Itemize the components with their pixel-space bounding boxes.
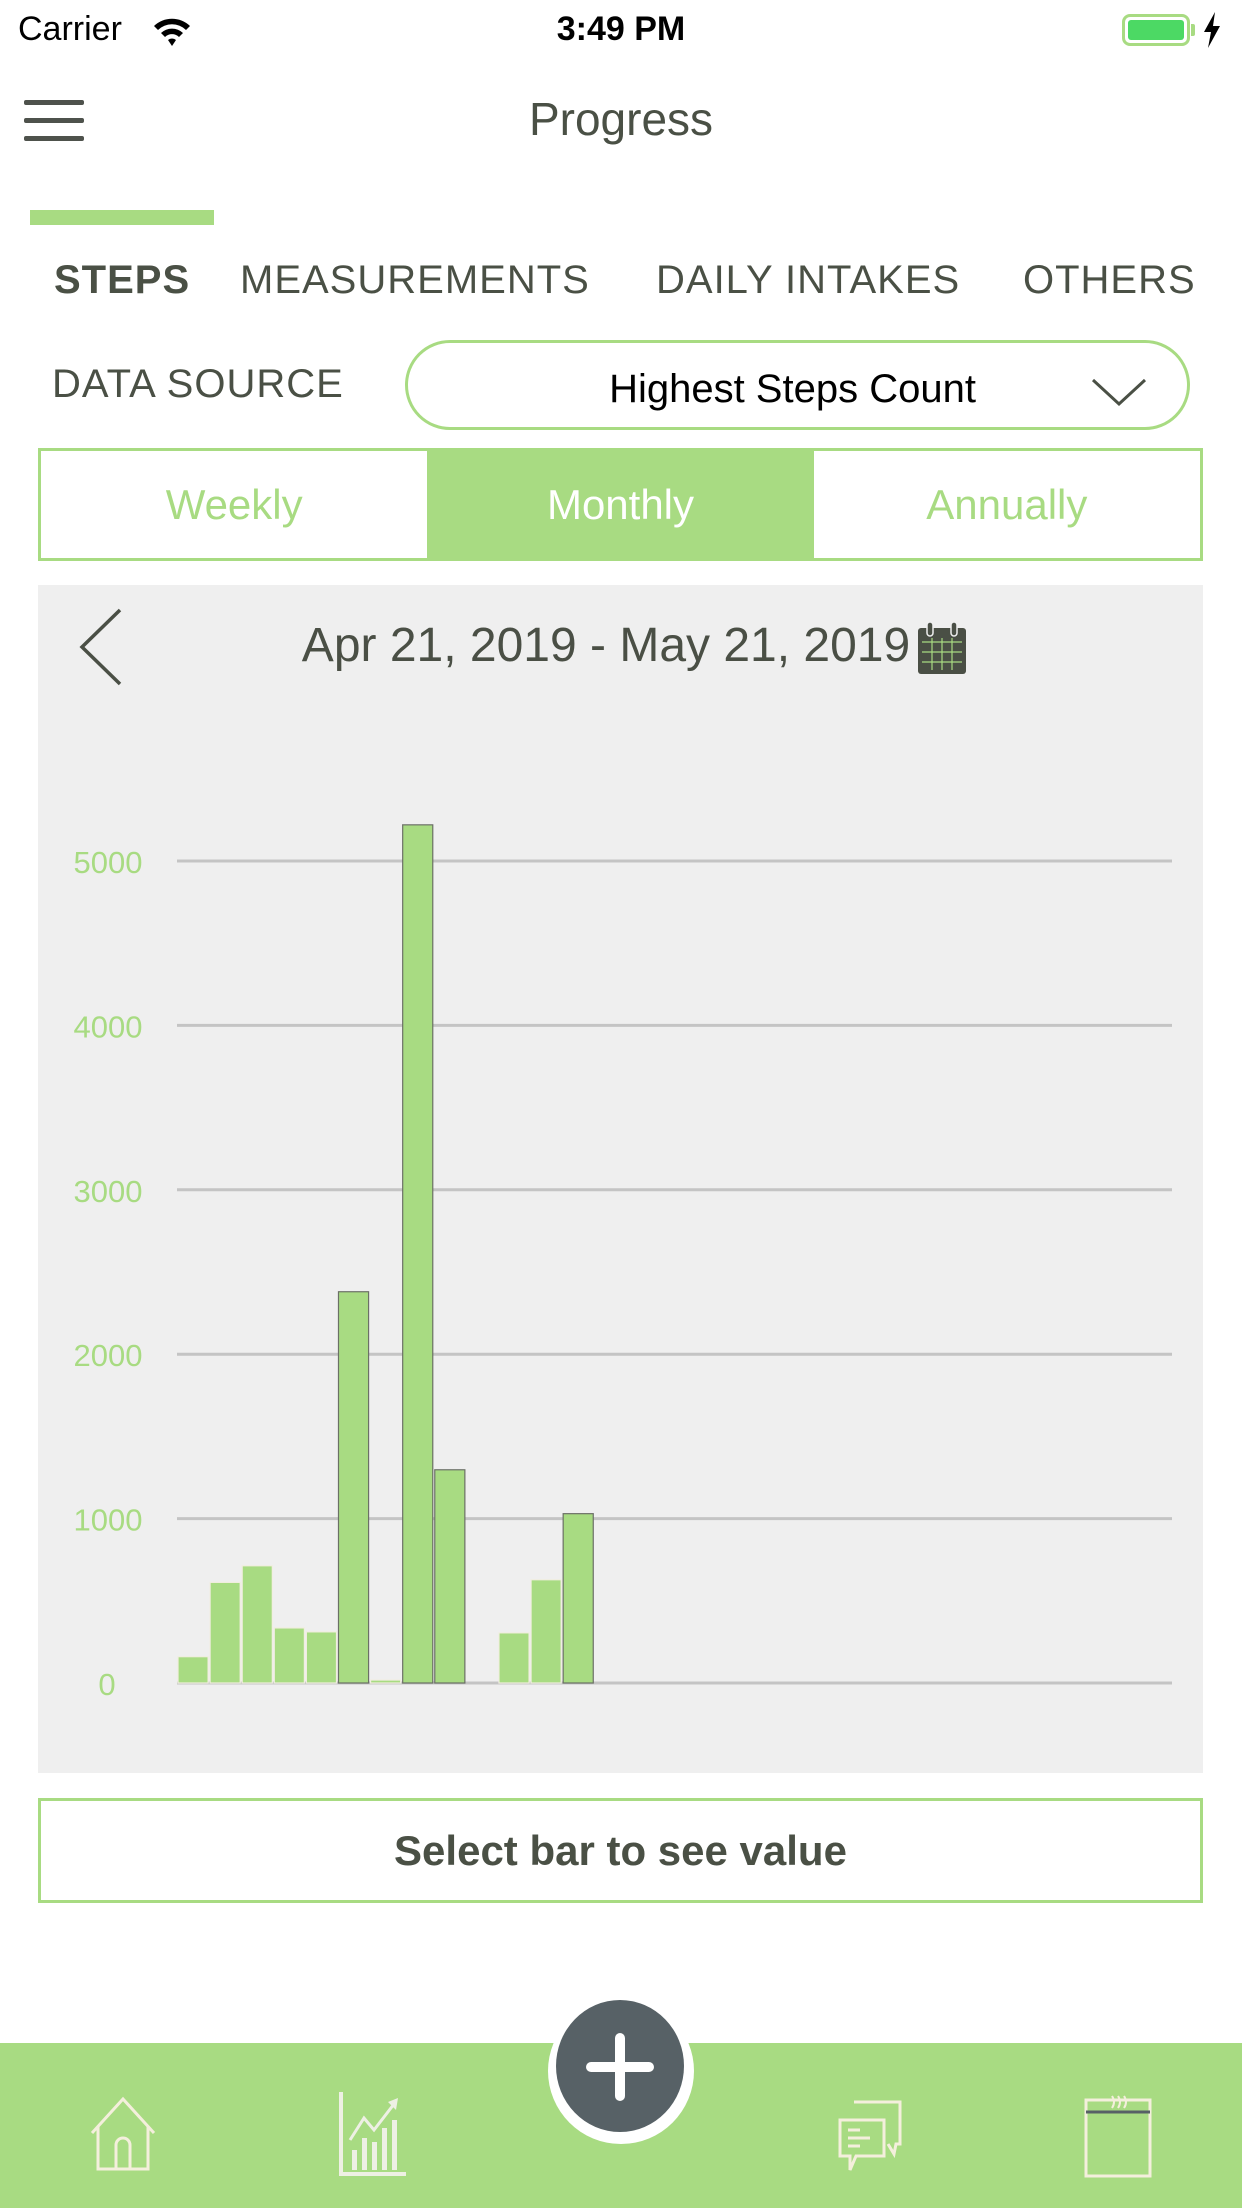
date-range-label: Apr 21, 2019 - May 21, 2019 xyxy=(301,619,911,672)
bar-apr-24[interactable] xyxy=(273,1627,305,1684)
tab-measurements[interactable]: MEASUREMENTS xyxy=(240,258,590,303)
tab-steps[interactable]: STEPS xyxy=(54,258,190,303)
data-source-label: DATA SOURCE xyxy=(52,362,344,406)
chat-icon[interactable] xyxy=(836,2096,906,2176)
battery-icon xyxy=(1122,14,1190,46)
bar-may-2[interactable] xyxy=(530,1579,562,1684)
page-title: Progress xyxy=(528,93,714,145)
select-bar-hint: Select bar to see value xyxy=(394,1826,847,1874)
bolt-icon xyxy=(1204,12,1220,48)
data-source-value: Highest Steps Count xyxy=(609,367,976,411)
data-source-dropdown[interactable]: Highest Steps Count xyxy=(405,340,1190,430)
bar-apr-27[interactable] xyxy=(369,1679,402,1684)
bar-apr-25[interactable] xyxy=(305,1631,338,1684)
segment-weekly[interactable]: Weekly xyxy=(41,451,427,558)
battery-tip xyxy=(1191,24,1195,36)
add-button[interactable] xyxy=(548,1998,694,2144)
calendar-icon[interactable] xyxy=(916,620,968,676)
plus-icon-vertical xyxy=(615,2033,625,2101)
notepad-icon[interactable] xyxy=(1084,2094,1152,2178)
bar-apr-29[interactable] xyxy=(434,1469,466,1684)
battery-level xyxy=(1128,20,1184,40)
tab-others[interactable]: OTHERS xyxy=(1023,258,1196,303)
segment-monthly[interactable]: Monthly xyxy=(427,451,814,558)
bar-apr-22[interactable] xyxy=(209,1581,241,1684)
home-icon[interactable] xyxy=(88,2095,158,2173)
bar-apr-26[interactable] xyxy=(337,1291,370,1684)
bar-apr-23[interactable] xyxy=(241,1565,273,1684)
bar-may-3[interactable] xyxy=(562,1513,594,1684)
status-time: 3:49 PM xyxy=(556,10,686,48)
segment-annually[interactable]: Annually xyxy=(814,451,1200,558)
add-button-circle xyxy=(556,2000,684,2132)
chart-icon[interactable] xyxy=(338,2090,408,2178)
tab-daily-intakes[interactable]: DAILY INTAKES xyxy=(656,258,960,303)
bar-apr-21[interactable] xyxy=(177,1656,209,1684)
chevron-down-icon xyxy=(1091,378,1147,407)
bar-apr-28[interactable] xyxy=(402,824,434,1684)
tab-indicator xyxy=(30,210,214,225)
bar-may-1[interactable] xyxy=(498,1632,530,1684)
selected-value-box[interactable]: Select bar to see value xyxy=(38,1798,1203,1903)
period-segmented-control: Weekly Monthly Annually xyxy=(38,448,1203,561)
